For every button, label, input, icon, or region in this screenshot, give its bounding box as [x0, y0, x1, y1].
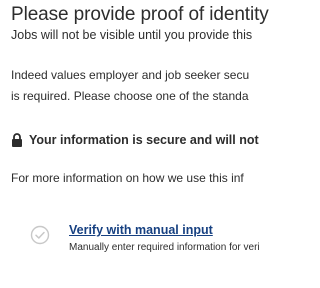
page-subtitle: Jobs will not be visible until you provi…: [11, 28, 253, 42]
policy-text-line-2: is required. Please choose one of the st…: [11, 89, 249, 103]
check-circle-icon: [30, 225, 50, 245]
page-title: Please provide proof of identity: [11, 4, 269, 25]
policy-text-line-1: Indeed values employer and job seeker se…: [11, 68, 250, 82]
option-description: Manually enter required information for …: [69, 242, 260, 253]
lock-icon: [11, 133, 23, 147]
security-notice: Your information is secure and will not: [11, 132, 259, 148]
verify-manual-input-link[interactable]: Verify with manual input: [69, 223, 213, 238]
identity-verification-page: Please provide proof of identity Jobs wi…: [0, 0, 288, 288]
manual-input-option[interactable]: Verify with manual input Manually enter …: [30, 220, 288, 256]
security-notice-text: Your information is secure and will not: [29, 133, 259, 147]
info-text: For more information on how we use this …: [11, 171, 244, 185]
